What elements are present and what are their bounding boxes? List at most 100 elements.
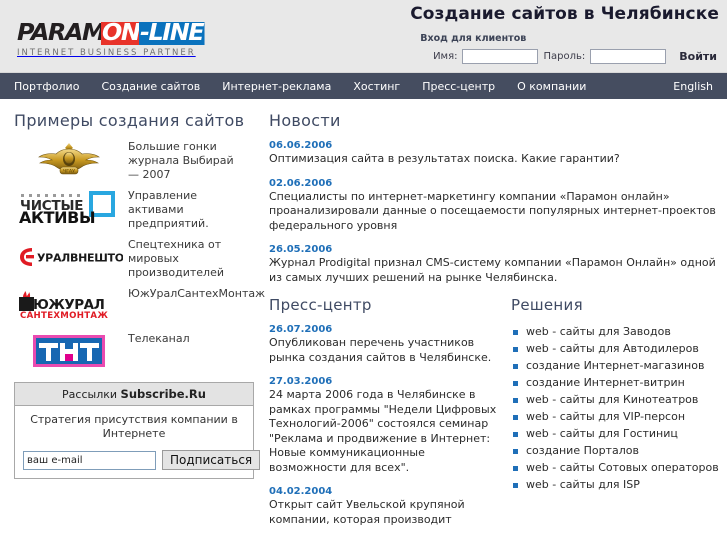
list-item-label: Спецтехника от мировых производителей (128, 238, 224, 279)
press-item[interactable]: 26.07.2006 Опубликован перечень участник… (269, 324, 497, 365)
login-submit-button[interactable]: Войти (671, 50, 719, 63)
tnt-icon (33, 335, 105, 367)
list-item-label: создание Интернет-витрин (526, 376, 685, 389)
logo-text-param: PARAM (17, 20, 106, 46)
press-item[interactable]: 27.03.2006 24 марта 2006 года в Челябинс… (269, 376, 497, 475)
list-item[interactable]: создание Интернет-магазинов (511, 358, 723, 374)
subscribe-header: Рассылки Subscribe.Ru (15, 383, 253, 406)
page-title: Создание сайтов в Челябинске (410, 4, 719, 24)
svg-text:УРАЛВНЕШТОРГ: УРАЛВНЕШТОРГ (37, 252, 123, 265)
chistye-aktivy-logo: ЧИСТЫЕ АКТИВЫ (14, 189, 124, 227)
news-date: 02.06.2006 (269, 177, 333, 189)
nav-item-portfolio[interactable]: Портфолио (14, 80, 79, 93)
yuzhuralsantehmontazh-icon: ЮЖУРАЛ САНТЕХМОНТАЖ (19, 291, 108, 321)
list-item-label: создание Интернет-магазинов (526, 359, 705, 372)
login-password-input[interactable] (590, 49, 667, 64)
list-item[interactable]: ЮЖУРАЛ САНТЕХМОНТАЖ ЮжУралСантехМонтаж (14, 287, 266, 325)
news-text: Журнал Prodigital признал CMS-систему ко… (269, 256, 716, 284)
list-item[interactable]: web - сайты для Автодилеров (511, 341, 723, 357)
solutions-heading: Решения (511, 296, 583, 314)
main-column: Новости 06.06.2006 Оптимизация сайта в р… (258, 111, 727, 538)
subscribe-form: Подписаться (23, 450, 261, 470)
list-item[interactable]: web - сайты для Заводов (511, 324, 723, 340)
press-item[interactable]: 04.02.2004 Открыт сайт Увельской крупяно… (269, 486, 497, 527)
login-name-label: Имя: (433, 51, 458, 62)
svg-text:ЧГАУ: ЧГАУ (63, 169, 75, 175)
header-right-block: Создание сайтов в Челябинске Вход для кл… (410, 4, 719, 64)
nav-item-english[interactable]: English (673, 80, 713, 93)
site-logo[interactable]: PARAMON-LINE INTERNET BUSINESS PARTNER (17, 20, 205, 59)
uralvneshtorg-icon: УРАЛВНЕШТОРГ (20, 248, 123, 266)
press-center-heading: Пресс-центр (269, 296, 372, 314)
nav-item-site-creation[interactable]: Создание сайтов (101, 80, 200, 93)
subscribe-button[interactable]: Подписаться (162, 450, 261, 470)
svg-text:САНТЕХМОНТАЖ: САНТЕХМОНТАЖ (20, 311, 108, 321)
subscribe-header-brand: Subscribe.Ru (120, 387, 206, 401)
subscribe-email-input[interactable] (23, 450, 156, 470)
eagle-emblem-icon: ЧГАУ (38, 143, 100, 175)
uralvneshtorg-logo: УРАЛВНЕШТОРГ (14, 238, 124, 276)
list-item-label: web - сайты для Гостиниц (526, 427, 678, 440)
portfolio-heading: Примеры создания сайтов (14, 111, 245, 130)
subscribe-box: Рассылки Subscribe.Ru Стратегия присутст… (14, 382, 261, 479)
news-date: 26.05.2006 (269, 244, 333, 255)
news-date: 06.06.2006 (269, 140, 333, 151)
logo-wordmark: PARAMON-LINE (17, 20, 205, 46)
list-item[interactable]: web - сайты Сотовых операторов (511, 460, 723, 476)
nav-item-press-center[interactable]: Пресс-центр (422, 80, 495, 93)
login-heading: Вход для клиентов (420, 33, 527, 44)
list-item-label: web - сайты для Заводов (526, 325, 671, 338)
login-name-input[interactable] (462, 49, 539, 64)
news-text: Специалисты по интернет-маркетингу компа… (269, 189, 716, 232)
logo-tagline: INTERNET BUSINESS PARTNER (17, 48, 196, 58)
nav-item-internet-advertising[interactable]: Интернет-реклама (222, 80, 331, 93)
chistye-aktivy-icon: ЧИСТЫЕ АКТИВЫ (19, 191, 115, 226)
logo-text-on: ON (100, 20, 141, 46)
eagle-emblem-logo: ЧГАУ (14, 140, 124, 178)
site-header: PARAMON-LINE INTERNET BUSINESS PARTNER С… (0, 0, 727, 73)
yuzhuralsantehmontazh-logo: ЮЖУРАЛ САНТЕХМОНТАЖ (14, 287, 124, 325)
news-text: Оптимизация сайта в результатах поиска. … (269, 152, 620, 165)
news-item[interactable]: 02.06.2006 Специалисты по интернет-марке… (269, 178, 723, 234)
press-date: 04.02.2004 (269, 486, 333, 497)
nav-item-hosting[interactable]: Хостинг (353, 80, 400, 93)
subscribe-body: Стратегия присутствия компании в Интерне… (15, 406, 261, 478)
solutions-column: Решения web - сайты для Заводов web - са… (497, 296, 723, 538)
client-login-form: Имя: Пароль: Войти (410, 49, 719, 64)
list-item[interactable]: ЧИСТЫЕ АКТИВЫ Управление активами предпр… (14, 189, 258, 231)
content-area: Примеры создания сайтов ЧГАУ Большие гон… (0, 99, 727, 538)
press-text: Опубликован перечень участников рынка со… (269, 336, 492, 364)
list-item-label: web - сайты для Кинотеатров (526, 393, 699, 406)
list-item[interactable]: Телеканал (14, 332, 258, 370)
list-item-label: Большие гонки журнала Выбирай — 2007 (128, 140, 234, 181)
news-heading: Новости (269, 111, 341, 130)
list-item[interactable]: создание Интернет-витрин (511, 375, 723, 391)
list-item[interactable]: web - сайты для ISP (511, 477, 723, 493)
list-item-label: web - сайты для Автодилеров (526, 342, 699, 355)
nav-item-about-company[interactable]: О компании (517, 80, 586, 93)
page-root: PARAMON-LINE INTERNET BUSINESS PARTNER С… (0, 0, 727, 545)
svg-text:АКТИВЫ: АКТИВЫ (19, 208, 95, 226)
news-item[interactable]: 26.05.2006 Журнал Prodigital признал CMS… (269, 244, 723, 285)
main-navigation: Портфолио Создание сайтов Интернет-рекла… (0, 73, 727, 99)
list-item[interactable]: создание Порталов (511, 443, 723, 459)
list-item[interactable]: web - сайты для VIP-персон (511, 409, 723, 425)
list-item-label: Управление активами предприятий. (128, 189, 209, 230)
press-date: 26.07.2006 (269, 324, 333, 335)
login-password-label: Пароль: (543, 51, 586, 62)
subscribe-description: Стратегия присутствия компании в Интерне… (30, 413, 238, 440)
lower-columns: Пресс-центр 26.07.2006 Опубликован переч… (269, 296, 723, 538)
tnt-logo (14, 332, 124, 370)
list-item-label: ЮжУралСантехМонтаж (128, 287, 266, 300)
list-item[interactable]: УРАЛВНЕШТОРГ Спецтехника от мировых прои… (14, 238, 258, 280)
list-item-label: web - сайты Сотовых операторов (526, 461, 719, 474)
solutions-list: web - сайты для Заводов web - сайты для … (511, 324, 723, 493)
list-item-label: создание Порталов (526, 444, 639, 457)
list-item-label: Телеканал (128, 332, 190, 345)
list-item[interactable]: ЧГАУ Большие гонки журнала Выбирай — 200… (14, 140, 258, 182)
list-item[interactable]: web - сайты для Кинотеатров (511, 392, 723, 408)
logo-text-line: -LINE (138, 20, 205, 46)
press-center-column: Пресс-центр 26.07.2006 Опубликован переч… (269, 296, 497, 538)
list-item[interactable]: web - сайты для Гостиниц (511, 426, 723, 442)
news-item[interactable]: 06.06.2006 Оптимизация сайта в результат… (269, 140, 723, 167)
